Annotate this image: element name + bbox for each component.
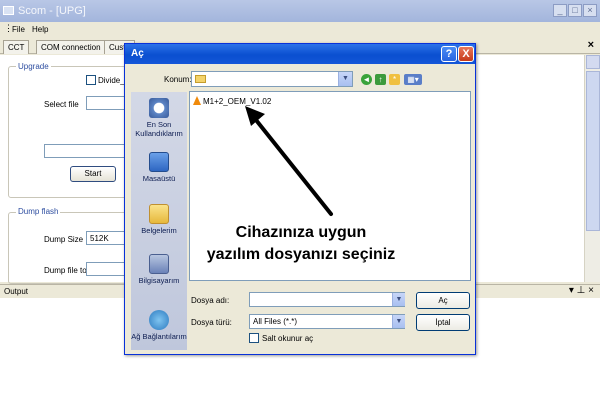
- file-item[interactable]: M1+2_OEM_V1.02: [193, 96, 271, 106]
- app-title: Scom - [UPG]: [18, 5, 86, 17]
- tab-cct[interactable]: CCT: [3, 40, 30, 54]
- vlc-file-icon: [193, 96, 201, 105]
- output-title: Output: [4, 287, 29, 296]
- dump-file-label: Dump file to: [44, 266, 87, 275]
- open-button[interactable]: Aç: [416, 292, 470, 309]
- tab-close-icon[interactable]: ×: [588, 39, 594, 51]
- dialog-close-button[interactable]: X: [458, 46, 474, 62]
- look-in-label: Konum:: [164, 75, 192, 84]
- filetype-dropdown-icon[interactable]: ▼: [392, 315, 405, 328]
- filename-dropdown-icon[interactable]: ▼: [392, 293, 405, 306]
- open-file-dialog: Aç ? X Konum: ▼ ◄ ↑ * ▦▾ En Son Kullandı…: [124, 43, 476, 355]
- desktop-icon: [149, 152, 169, 172]
- view-menu-icon[interactable]: ▦▾: [404, 74, 422, 85]
- menu-help[interactable]: Help: [32, 25, 48, 34]
- app-title-bar[interactable]: Scom - [UPG] _ □ ×: [0, 0, 600, 22]
- cancel-button[interactable]: İptal: [416, 314, 470, 331]
- content-scrollbar[interactable]: [584, 55, 600, 282]
- dialog-title: Aç: [131, 48, 144, 59]
- dump-file-field[interactable]: [86, 262, 126, 276]
- progress-field: [44, 144, 126, 158]
- annotation-line-1: Cihazınıza uygun: [235, 224, 367, 241]
- select-file-label: Select file: [44, 100, 79, 109]
- dump-size-select[interactable]: 512K: [86, 231, 126, 245]
- folder-icon: [195, 75, 206, 83]
- readonly-checkbox[interactable]: [249, 333, 259, 343]
- dialog-title-bar[interactable]: Aç ? X: [125, 44, 475, 64]
- scroll-up-button[interactable]: [586, 55, 600, 69]
- output-controls[interactable]: ▾ ⊥ ×: [569, 285, 594, 296]
- filetype-label: Dosya türü:: [191, 318, 232, 327]
- chevron-down-icon[interactable]: ▼: [338, 72, 352, 86]
- place-recent[interactable]: En Son Kullandıklarım: [131, 98, 187, 138]
- new-folder-icon[interactable]: *: [389, 74, 400, 85]
- dump-size-label: Dump Size: [44, 235, 84, 244]
- up-folder-icon[interactable]: ↑: [375, 74, 386, 85]
- maximize-button[interactable]: □: [568, 4, 582, 17]
- app-icon: [3, 6, 14, 15]
- menu-file[interactable]: File: [12, 25, 25, 34]
- readonly-label: Salt okunur aç: [262, 334, 314, 343]
- start-button[interactable]: Start: [70, 166, 116, 182]
- network-icon: [149, 310, 169, 330]
- select-file-field[interactable]: [86, 96, 126, 110]
- back-icon[interactable]: ◄: [361, 74, 372, 85]
- tab-com-connection[interactable]: COM connection: [36, 40, 106, 54]
- filename-label: Dosya adı:: [191, 296, 230, 305]
- filetype-select[interactable]: All Files (*.*): [249, 314, 405, 329]
- minimize-button[interactable]: _: [553, 4, 567, 17]
- places-bar: En Son Kullandıklarım Masaüstü Belgeleri…: [131, 92, 187, 350]
- upgrade-group-label: Upgrade: [16, 62, 51, 71]
- look-in-combo[interactable]: ▼: [191, 71, 353, 87]
- dump-group-label: Dump flash: [16, 207, 61, 216]
- file-name: M1+2_OEM_V1.02: [203, 97, 272, 106]
- place-desktop[interactable]: Masaüstü: [131, 152, 187, 183]
- filename-input[interactable]: [249, 292, 405, 307]
- dialog-help-button[interactable]: ?: [441, 46, 457, 62]
- place-network[interactable]: Ağ Bağlantılarım: [131, 310, 187, 341]
- annotation-text: Cihazınıza uygun yazılım dosyanızı seçin…: [125, 222, 477, 266]
- annotation-line-2: yazılım dosyanızı seçiniz: [206, 246, 396, 263]
- scroll-thumb[interactable]: [586, 71, 600, 231]
- app-close-button[interactable]: ×: [583, 4, 597, 17]
- my-documents-icon: [149, 204, 169, 224]
- divide-flash-checkbox[interactable]: [86, 75, 96, 85]
- recent-documents-icon: [149, 98, 169, 118]
- menu-bar: ⋮ File Help: [0, 22, 600, 38]
